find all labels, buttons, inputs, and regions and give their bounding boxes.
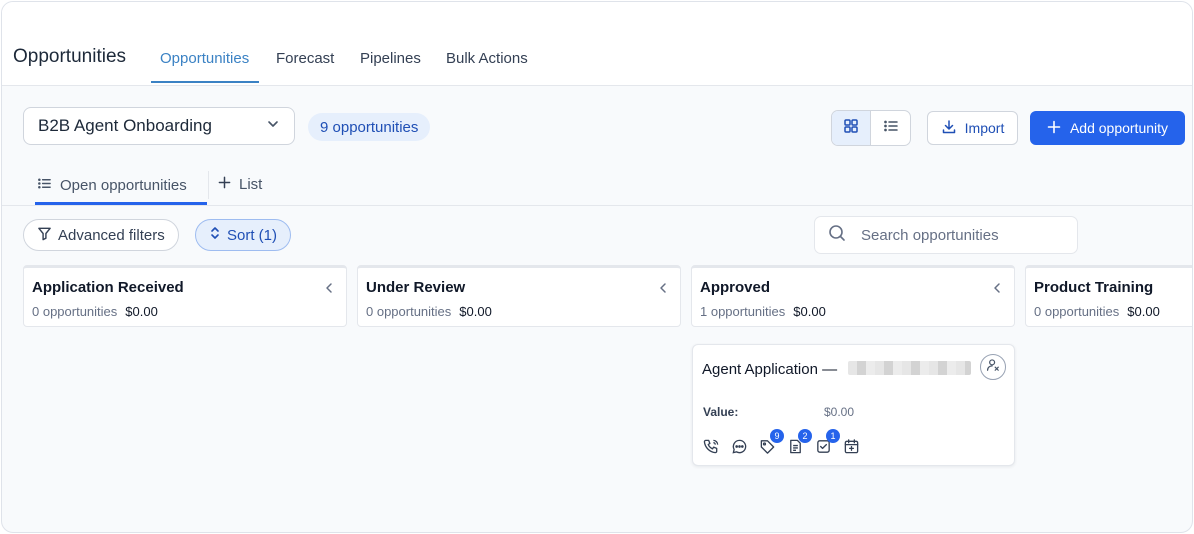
stage-title: Under Review [366,279,466,296]
card-actions: 9 2 1 [702,429,861,456]
stage-summary: 0 opportunities $0.00 [366,304,492,319]
tasks-icon[interactable]: 1 [814,429,840,456]
stage-title: Product Training [1034,279,1154,296]
active-subtab-indicator [35,202,207,205]
list-icon [37,176,52,195]
advanced-filters-button[interactable]: Advanced filters [23,219,179,251]
tag-count-badge: 9 [770,429,784,443]
stage-count: 0 opportunities [32,304,118,319]
plus-icon [1047,120,1061,137]
stage-column-approved: Approved 1 opportunities $0.00 [691,265,1015,327]
stage-value: $0.00 [1127,304,1160,319]
page-title: Opportunities [13,46,127,67]
chat-icon[interactable] [730,437,749,456]
import-label: Import [964,120,1005,136]
stage-summary: 0 opportunities $0.00 [1034,304,1160,319]
stage-value: $0.00 [793,304,826,319]
calendar-icon[interactable] [842,437,861,456]
sort-icon [209,226,221,244]
add-list-tab[interactable]: List [218,176,262,193]
add-opportunity-label: Add opportunity [1069,120,1169,136]
board-view-button[interactable] [832,111,872,145]
stage-value: $0.00 [459,304,492,319]
collapse-stage-button[interactable] [324,281,334,299]
stage-title: Approved [700,279,771,296]
chevron-left-icon [658,281,668,298]
opportunity-card[interactable]: Agent Application — Value: $0.00 9 2 1 [692,344,1015,466]
stage-summary: 0 opportunities $0.00 [32,304,158,319]
stage-column-product-training: Product Training 0 opportunities $0.00 [1025,265,1192,327]
chevron-left-icon [324,281,334,298]
phone-icon[interactable] [702,437,721,456]
value-label: Value: [703,405,739,419]
stage-count: 0 opportunities [366,304,452,319]
tab-pipelines[interactable]: Pipelines [360,50,421,67]
filter-icon [37,226,52,245]
notes-icon[interactable]: 2 [786,429,812,456]
tab-open-opportunities-label: Open opportunities [60,177,187,194]
stage-column-under-review: Under Review 0 opportunities $0.00 [357,265,681,327]
list-view-button[interactable] [871,111,910,145]
list-icon [883,118,899,139]
collapse-stage-button[interactable] [992,281,1002,299]
tab-open-opportunities[interactable]: Open opportunities [37,176,187,195]
view-tabs: Open opportunities List [2,166,1192,206]
stage-summary: 1 opportunities $0.00 [700,304,826,319]
view-toggle [831,110,911,146]
tab-bulk-actions[interactable]: Bulk Actions [446,50,528,67]
stage-count: 1 opportunities [700,304,786,319]
tasks-count-badge: 1 [826,429,840,443]
notes-count-badge: 2 [798,429,812,443]
opportunity-count-badge: 9 opportunities [308,113,431,141]
add-opportunity-button[interactable]: Add opportunity [1030,111,1185,145]
advanced-filters-label: Advanced filters [58,226,165,244]
tab-opportunities[interactable]: Opportunities [160,50,249,67]
pipeline-select[interactable]: B2B Agent Onboarding [23,107,295,145]
grid-icon [843,118,859,139]
sort-label: Sort (1) [227,226,278,244]
import-button[interactable]: Import [927,111,1018,145]
tab-forecast[interactable]: Forecast [276,50,334,67]
stage-count: 0 opportunities [1034,304,1120,319]
download-icon [941,119,957,138]
tag-icon[interactable]: 9 [758,429,784,456]
pipeline-select-value: B2B Agent Onboarding [38,116,212,135]
sort-button[interactable]: Sort (1) [195,219,292,251]
tab-divider [208,171,209,199]
top-navigation: Opportunities Opportunities Forecast Pip… [2,2,1192,86]
add-list-label: List [239,176,263,193]
chevron-left-icon [992,281,1002,298]
plus-icon [218,176,231,193]
collapse-stage-button[interactable] [658,281,668,299]
stage-title: Application Received [32,279,184,296]
user-unassigned-icon [986,358,1000,377]
search-box [814,216,1078,254]
opportunity-value: $0.00 [824,405,855,419]
search-input[interactable] [859,225,1059,245]
opportunity-title[interactable]: Agent Application — [702,361,837,378]
chevron-down-icon [266,116,280,136]
assign-user-button[interactable] [980,354,1006,380]
active-tab-indicator [151,81,259,83]
stage-value: $0.00 [125,304,158,319]
stage-column-application-received: Application Received 0 opportunities $0.0… [23,265,347,327]
search-icon [828,224,846,247]
redacted-name [848,361,971,375]
app-frame: Opportunities Opportunities Forecast Pip… [1,1,1193,533]
